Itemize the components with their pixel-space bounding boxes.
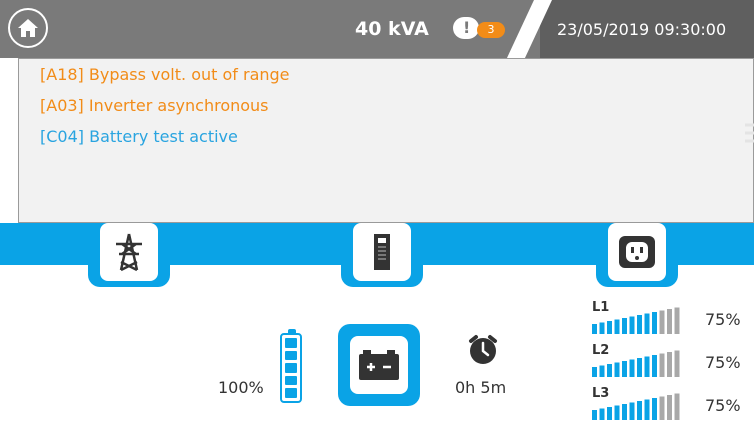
- alarm-bubble-icon: !: [453, 17, 479, 39]
- load-bar-segment: [667, 395, 672, 420]
- load-bar-segment: [622, 318, 627, 334]
- datetime: 23/05/2019 09:30:00: [557, 20, 727, 39]
- load-bar-segment: [629, 359, 635, 377]
- home-button[interactable]: [8, 8, 48, 48]
- battery-segment: [285, 375, 297, 386]
- battery-level-icon: [280, 329, 302, 403]
- load-output-button[interactable]: [596, 217, 678, 287]
- load-bar-segment: [674, 350, 680, 377]
- load-bar-segment: [607, 321, 612, 334]
- load-bar-segment: [667, 309, 672, 334]
- load-bar-segment: [652, 398, 657, 420]
- load-bar-segment: [637, 401, 642, 420]
- home-icon: [18, 19, 38, 37]
- battery-segment: [285, 350, 297, 361]
- load-level-row: L3 75%: [592, 386, 754, 420]
- ups-cabinet-icon: [374, 234, 390, 270]
- battery-segment: [285, 338, 297, 348]
- phase-label: L1: [592, 300, 610, 315]
- battery-percent: 100%: [218, 378, 264, 397]
- load-bar-segment: [599, 408, 605, 420]
- load-bar-segment: [607, 364, 612, 377]
- alarm-item[interactable]: [C04] Battery test active: [40, 127, 238, 146]
- load-bar-segment: [652, 312, 657, 334]
- alarm-list-panel[interactable]: [A18] Bypass volt. out of range [A03] In…: [18, 58, 754, 223]
- load-bar-segment: [614, 405, 620, 420]
- car-battery-icon: [359, 350, 399, 380]
- load-bar-segment: [622, 404, 627, 420]
- load-bar-segment: [592, 367, 597, 377]
- load-bar-segment: [644, 313, 650, 334]
- load-bar-segment: [607, 407, 612, 420]
- load-level-row: L1 75%: [592, 300, 754, 334]
- load-bar-segment: [644, 356, 650, 377]
- load-bar-segment: [652, 355, 657, 377]
- phase-label: L3: [592, 386, 610, 401]
- phase-label: L2: [592, 343, 610, 358]
- load-bar-segment: [659, 353, 665, 377]
- load-bar-segment: [659, 396, 665, 420]
- alarm-item[interactable]: [A18] Bypass volt. out of range: [40, 65, 290, 84]
- load-level-row: L2 75%: [592, 343, 754, 377]
- load-bar-segment: [599, 322, 605, 334]
- battery-segment: [285, 388, 297, 398]
- top-bar: 40 kVA ! 3 23/05/2019 09:30:00: [0, 0, 754, 70]
- load-bar-segment: [622, 361, 627, 377]
- load-bar-segment: [592, 410, 597, 420]
- alarm-clock-icon: [469, 335, 497, 364]
- alarm-indicator-button[interactable]: ! 3: [453, 17, 507, 41]
- load-bar-segment: [592, 324, 597, 334]
- transmission-tower-icon: [116, 233, 142, 272]
- menu-icon[interactable]: [743, 121, 754, 157]
- load-bar-segment: [614, 362, 620, 377]
- load-bar-segment: [614, 319, 620, 334]
- load-bar-segment: [629, 402, 635, 420]
- load-bar-segment: [674, 307, 680, 334]
- battery-segment: [285, 363, 297, 373]
- autonomy-time: 0h 5m: [455, 378, 507, 397]
- load-bar-segment: [599, 365, 605, 377]
- alarm-count-badge: 3: [477, 22, 505, 38]
- load-bar-segment: [674, 393, 680, 420]
- load-bar-segment: [629, 316, 635, 334]
- alarm-symbol: !: [463, 18, 471, 37]
- power-socket-icon: [619, 236, 655, 268]
- load-percent: 75%: [705, 353, 741, 372]
- load-bar-segment: [667, 352, 672, 377]
- load-percent: 75%: [705, 396, 741, 415]
- power-rating: 40 kVA: [355, 18, 429, 40]
- load-bar-segment: [659, 310, 665, 334]
- battery-button[interactable]: [338, 324, 420, 406]
- load-percent: 75%: [705, 310, 741, 329]
- grid-input-button[interactable]: [88, 217, 170, 287]
- load-bar-segment: [637, 315, 642, 334]
- load-bar-segment: [637, 358, 642, 377]
- ups-unit-button[interactable]: [341, 217, 423, 287]
- alarm-item[interactable]: [A03] Inverter asynchronous: [40, 96, 269, 115]
- load-bar-segment: [644, 399, 650, 420]
